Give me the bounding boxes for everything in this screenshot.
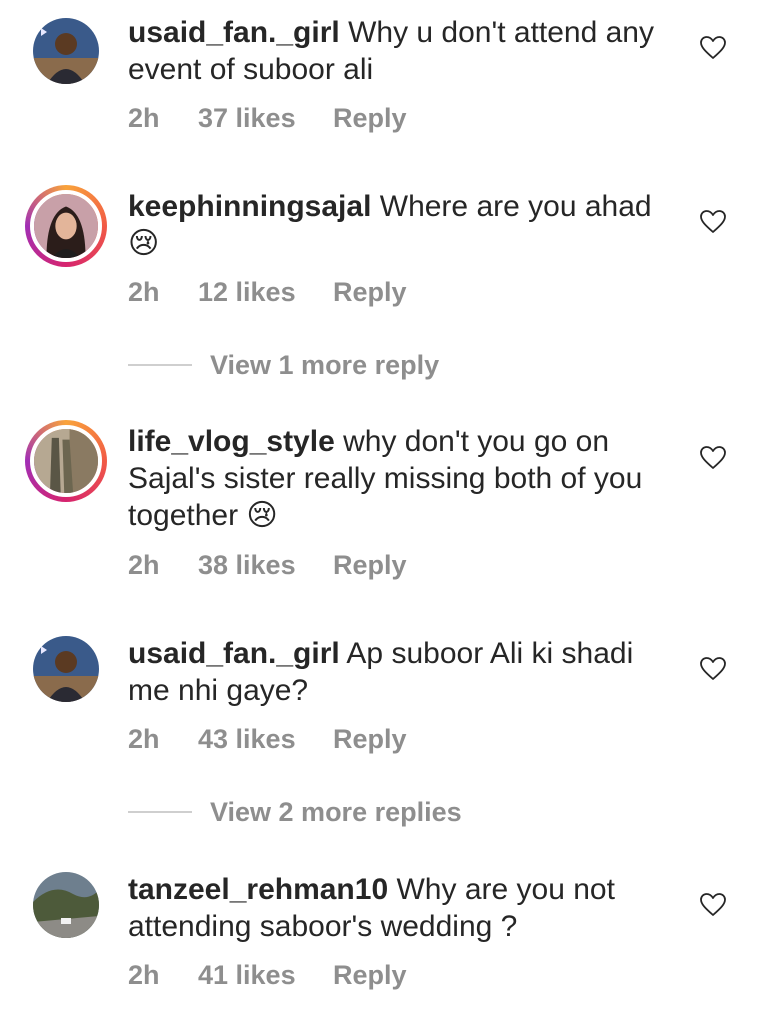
view-more-replies[interactable]: View 1 more reply (128, 348, 528, 382)
comment-likes[interactable]: 41 likes (198, 958, 296, 992)
reply-button[interactable]: Reply (333, 101, 407, 135)
comment-likes[interactable]: 38 likes (198, 548, 296, 582)
comment-time: 2h (128, 277, 160, 307)
divider (128, 811, 192, 813)
avatar[interactable] (25, 185, 107, 267)
reply-button[interactable]: Reply (333, 722, 407, 756)
divider (128, 364, 192, 366)
comment-time: 2h (128, 550, 160, 580)
reply-button[interactable]: Reply (333, 958, 407, 992)
avatar[interactable] (25, 12, 107, 94)
heart-icon[interactable] (700, 36, 726, 60)
comment-time: 2h (128, 103, 160, 133)
comment-username[interactable]: life_vlog_style (128, 425, 335, 458)
comment-likes[interactable]: 43 likes (198, 722, 296, 756)
comment-username[interactable]: keephinningsajal (128, 190, 371, 223)
comment-time: 2h (128, 724, 160, 754)
comment-username[interactable]: usaid_fan._girl (128, 637, 340, 670)
reply-button[interactable]: Reply (333, 548, 407, 582)
comment-username[interactable]: tanzeel_rehman10 (128, 873, 388, 906)
heart-icon[interactable] (700, 210, 726, 234)
view-more-label[interactable]: View 2 more replies (210, 795, 462, 829)
comment-time: 2h (128, 960, 160, 990)
view-more-replies[interactable]: View 2 more replies (128, 795, 528, 829)
comment-likes[interactable]: 37 likes (198, 101, 296, 135)
avatar[interactable] (25, 630, 107, 712)
comment-username[interactable]: usaid_fan._girl (128, 16, 340, 49)
heart-icon[interactable] (700, 893, 726, 917)
avatar[interactable] (25, 866, 107, 948)
reply-button[interactable]: Reply (333, 275, 407, 309)
view-more-label[interactable]: View 1 more reply (210, 348, 439, 382)
comment-likes[interactable]: 12 likes (198, 275, 296, 309)
heart-icon[interactable] (700, 446, 726, 470)
avatar[interactable] (25, 420, 107, 502)
heart-icon[interactable] (700, 657, 726, 681)
